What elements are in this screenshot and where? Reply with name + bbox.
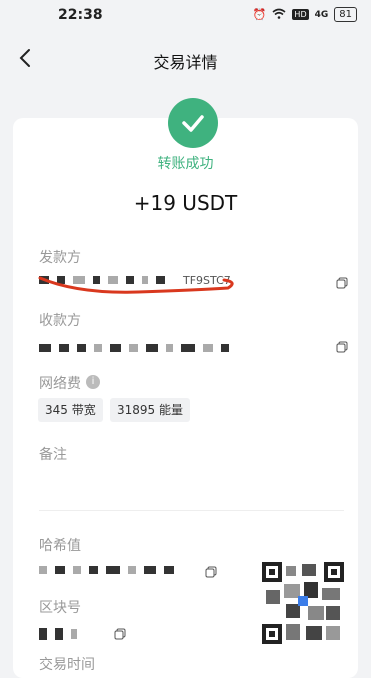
alarm-icon: ⏰ — [252, 8, 267, 21]
red-annotation-underline — [38, 276, 234, 294]
signal-icon: 4G — [314, 9, 329, 20]
transfer-status: 转账成功 — [157, 156, 214, 172]
copy-block-icon[interactable] — [114, 625, 126, 640]
bandwidth-chip: 345 带宽 — [38, 398, 103, 422]
copy-sender-icon[interactable] — [336, 274, 348, 289]
page-title: 交易详情 — [153, 53, 218, 72]
info-icon[interactable]: i — [86, 375, 100, 389]
energy-chip: 31895 能量 — [110, 398, 190, 422]
receiver-address-masked — [39, 341, 329, 355]
battery-icon: 81 — [334, 7, 357, 22]
block-number-masked — [39, 627, 109, 641]
success-check-icon — [168, 98, 218, 148]
memo-label: 备注 — [39, 447, 67, 463]
copy-hash-icon[interactable] — [205, 563, 217, 578]
hash-label: 哈希值 — [39, 538, 81, 554]
block-label: 区块号 — [39, 600, 81, 616]
wifi-icon — [272, 8, 286, 22]
time-label: 交易时间 — [39, 657, 95, 673]
receiver-label: 收款方 — [39, 313, 81, 329]
hd-badge: HD — [292, 9, 309, 20]
status-time: 22:38 — [58, 7, 103, 23]
transfer-amount: +19 USDT — [133, 191, 238, 215]
qr-code[interactable] — [262, 562, 344, 644]
fee-label: 网络费 — [39, 376, 81, 392]
divider — [39, 510, 344, 511]
copy-receiver-icon[interactable] — [336, 338, 348, 353]
nav-bar: 交易详情 — [0, 38, 371, 82]
hash-masked — [39, 563, 209, 577]
status-bar: 22:38 ⏰ HD 4G 81 — [0, 0, 371, 32]
status-icons: ⏰ HD 4G 81 — [253, 7, 357, 22]
sender-label: 发款方 — [39, 250, 81, 266]
